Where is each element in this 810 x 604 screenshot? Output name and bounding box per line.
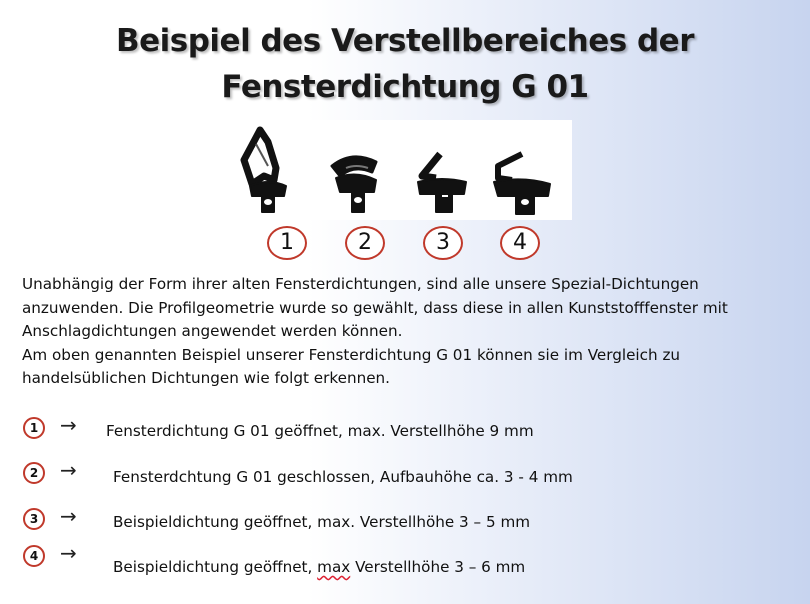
legend-text-4-start: Beispieldichtung geöffnet, xyxy=(113,558,318,576)
legend-text-1: Fensterdichtung G 01 geöffnet, max. Vers… xyxy=(106,422,534,440)
paragraph-line-3: Anschlagdichtungen angewendet werden kön… xyxy=(22,322,403,340)
legend-text-4-end: Verstellhöhe 3 – 6 mm xyxy=(350,558,526,576)
paragraph-line-2: anzuwenden. Die Profilgeometrie wurde so… xyxy=(22,298,728,317)
title-line-1: Beispiel des Verstellbereiches der xyxy=(116,23,694,59)
title-line-2: Fensterdichtung G 01 xyxy=(221,69,589,105)
right-arrow-icon: → xyxy=(60,504,77,528)
legend-item-1: 1 → Fensterdichtung G 01 geöffnet, max. … xyxy=(0,413,810,445)
legend-number-1: 1 xyxy=(23,417,45,439)
figure-label-3: 3 xyxy=(423,226,463,260)
figure-label-4: 4 xyxy=(500,226,540,260)
figure-label-1: 1 xyxy=(267,226,307,260)
right-arrow-icon: → xyxy=(60,413,77,437)
seal-profiles-image xyxy=(240,126,551,215)
legend-number-2: 2 xyxy=(23,462,45,484)
slide-title: Beispiel des Verstellbereiches der Fenst… xyxy=(0,18,810,110)
seal-profile-2 xyxy=(330,155,378,213)
seal-profiles-photo xyxy=(222,120,572,220)
paragraph-line-4: Am oben genannten Beispiel unserer Fenst… xyxy=(22,345,681,364)
paragraph-line-5: handelsüblichen Dichtungen wie folgt erk… xyxy=(22,369,391,387)
legend-text-3: Beispieldichtung geöffnet, max. Verstell… xyxy=(113,513,531,531)
legend-number-3: 3 xyxy=(23,508,45,530)
paragraph-line-1: Unabhängig der Form ihrer alten Fensterd… xyxy=(22,275,699,293)
legend-item-4: 4 → Beispieldichtung geöffnet, max Verst… xyxy=(0,541,810,576)
legend-item-2: 2 → Fensterdchtung G 01 geschlossen, Auf… xyxy=(0,458,810,490)
spellcheck-marked-word: max xyxy=(317,558,351,576)
seal-profile-4 xyxy=(493,151,551,215)
legend-number-4: 4 xyxy=(23,545,45,567)
slide: Beispiel des Verstellbereiches der Fenst… xyxy=(0,0,810,604)
legend-text-2: Fensterdchtung G 01 geschlossen, Aufbauh… xyxy=(113,468,573,486)
legend-text-4: Beispieldichtung geöffnet, max Verstellh… xyxy=(113,556,525,578)
legend-item-3: 3 → Beispieldichtung geöffnet, max. Vers… xyxy=(0,504,810,536)
right-arrow-icon: → xyxy=(60,458,77,482)
seal-profile-3 xyxy=(417,151,467,213)
figure-label-2: 2 xyxy=(345,226,385,260)
seal-profile-1 xyxy=(240,126,287,213)
figure-number-row: 1 2 3 4 xyxy=(0,226,810,266)
right-arrow-icon: → xyxy=(60,541,77,565)
description-paragraph: Unabhängig der Form ihrer alten Fensterd… xyxy=(22,273,804,391)
